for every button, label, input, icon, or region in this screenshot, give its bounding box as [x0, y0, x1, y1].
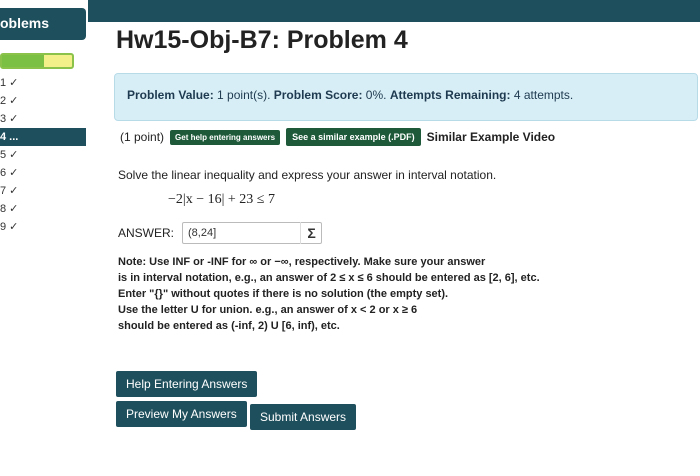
attempts-text: 4 attempts.: [513, 88, 574, 102]
problem-item-7[interactable]: 7 ✓: [0, 182, 86, 200]
progress-fill: [2, 55, 44, 67]
value-text: 1 point(s).: [217, 88, 271, 102]
preview-answers-button[interactable]: Preview My Answers: [116, 401, 247, 427]
note-line-3: Enter "{}" without quotes if there is no…: [118, 288, 449, 300]
sidebar-header[interactable]: oblems: [0, 8, 86, 40]
sidebar: oblems 1 ✓ 2 ✓ 3 ✓ 4 ... 5 ✓ 6 ✓ 7 ✓ 8 ✓…: [0, 0, 88, 476]
page-title: Hw15-Obj-B7: Problem 4: [116, 26, 408, 54]
score-text: 0%.: [365, 88, 387, 102]
attempts-label: Attempts Remaining:: [389, 88, 511, 102]
problem-list: 1 ✓ 2 ✓ 3 ✓ 4 ... 5 ✓ 6 ✓ 7 ✓ 8 ✓ 9 ✓: [0, 74, 86, 236]
answer-label: ANSWER:: [118, 226, 175, 240]
submit-answers-button[interactable]: Submit Answers: [250, 404, 357, 430]
answer-note: Note: Use INF or -INF for ∞ or −∞, respe…: [118, 254, 678, 334]
problem-item-5[interactable]: 5 ✓: [0, 146, 86, 164]
problem-item-4[interactable]: 4 ...: [0, 128, 86, 146]
progress-bar: [0, 53, 74, 69]
points-text: (1 point): [120, 130, 165, 144]
help-entering-answers-button[interactable]: Help Entering Answers: [116, 371, 258, 397]
problem-item-1[interactable]: 1 ✓: [0, 74, 86, 92]
main-content: Hw15-Obj-B7: Problem 4 Problem Value: 1 …: [110, 0, 700, 476]
problem-header-line: (1 point) Get help entering answers See …: [120, 128, 555, 146]
note-line-5: should be entered as (-inf, 2) U [6, inf…: [118, 320, 340, 332]
similar-example-link[interactable]: See a similar example (.PDF): [286, 128, 421, 146]
note-line-2: is in interval notation, e.g., an answer…: [118, 272, 540, 284]
inequality-expression: −2|x − 16| + 23 ≤ 7: [168, 192, 275, 207]
score-label: Problem Score:: [273, 88, 363, 102]
similar-video-link[interactable]: Similar Example Video: [427, 130, 556, 144]
problem-info-box: Problem Value: 1 point(s). Problem Score…: [114, 73, 698, 121]
problem-item-2[interactable]: 2 ✓: [0, 92, 86, 110]
problem-item-9[interactable]: 9 ✓: [0, 218, 86, 236]
problem-item-8[interactable]: 8 ✓: [0, 200, 86, 218]
sigma-icon[interactable]: Σ: [300, 222, 322, 244]
problem-statement: Solve the linear inequality and express …: [118, 168, 497, 182]
value-label: Problem Value:: [127, 88, 214, 102]
help-entering-link[interactable]: Get help entering answers: [170, 129, 281, 145]
note-line-1: Note: Use INF or -INF for ∞ or −∞, respe…: [118, 256, 486, 268]
problem-item-3[interactable]: 3 ✓: [0, 110, 86, 128]
answer-row: ANSWER: Σ: [118, 222, 323, 244]
note-line-4: Use the letter U for union. e.g., an ans…: [118, 304, 418, 316]
problem-item-6[interactable]: 6 ✓: [0, 164, 86, 182]
